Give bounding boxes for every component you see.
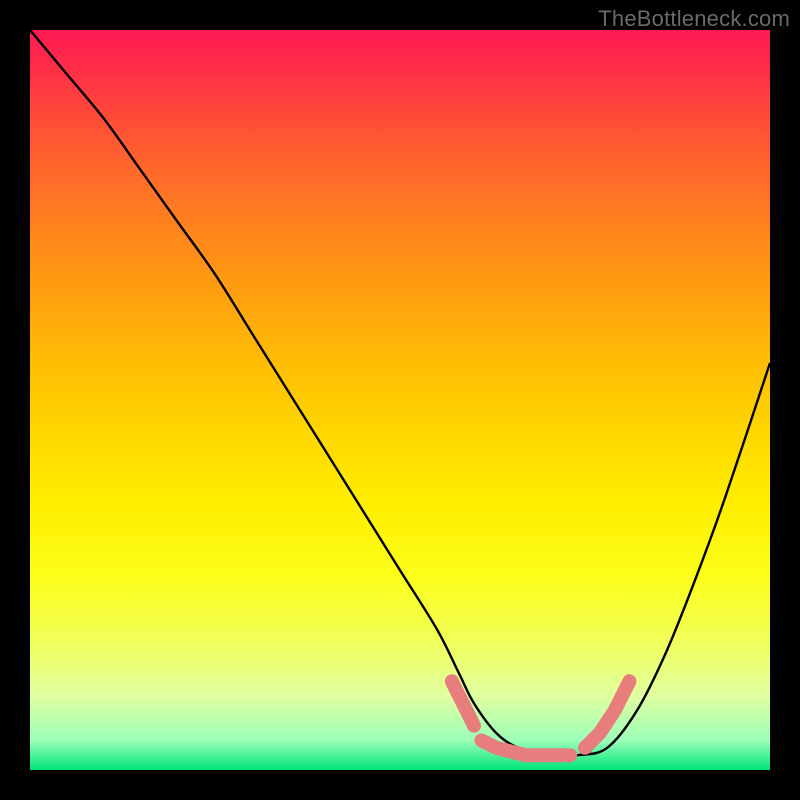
bottleneck-curve — [30, 30, 770, 756]
marker-highlight-flat — [481, 740, 570, 755]
watermark-text: TheBottleneck.com — [598, 6, 790, 32]
chart-frame: TheBottleneck.com — [0, 0, 800, 800]
marker-highlight-left — [452, 681, 474, 725]
chart-svg — [30, 30, 770, 770]
marker-highlight-right — [585, 681, 629, 748]
plot-area — [30, 30, 770, 770]
highlight-markers — [452, 681, 630, 755]
